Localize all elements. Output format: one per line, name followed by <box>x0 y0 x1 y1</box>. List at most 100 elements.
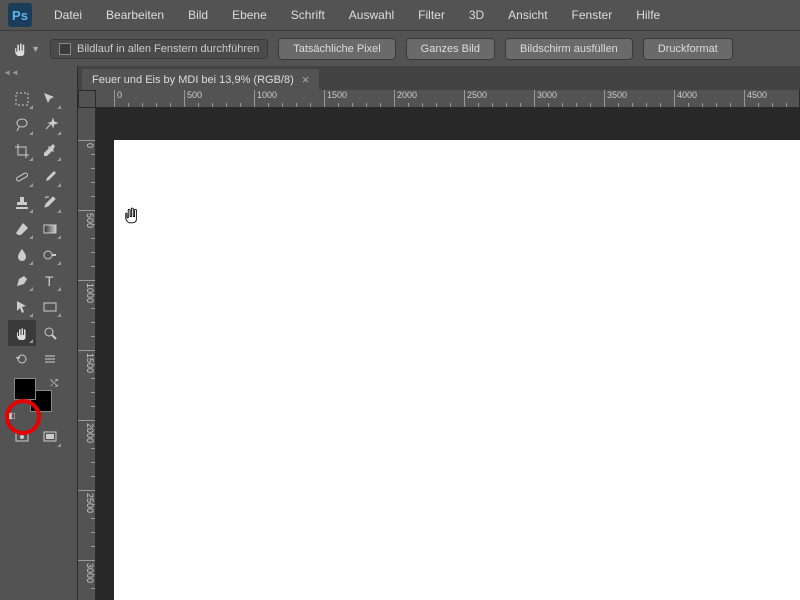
menu-image[interactable]: Bild <box>178 4 218 26</box>
healing-brush-tool[interactable] <box>8 164 36 190</box>
actual-pixels-button[interactable]: Tatsächliche Pixel <box>278 38 395 60</box>
ruler-tick: 2000 <box>394 90 417 107</box>
checkbox-icon <box>59 43 71 55</box>
menu-window[interactable]: Fenster <box>562 4 623 26</box>
magic-wand-tool[interactable] <box>36 112 64 138</box>
rotate-icon <box>14 351 30 367</box>
history-brush-icon <box>42 195 58 211</box>
screenmode-tool[interactable] <box>36 424 64 450</box>
bandage-icon <box>14 169 30 185</box>
ruler-tick: 0 <box>78 140 95 148</box>
hand-tool[interactable] <box>8 320 36 346</box>
move-icon <box>42 91 58 107</box>
eyedropper-tool[interactable] <box>36 138 64 164</box>
fill-screen-button[interactable]: Bildschirm ausfüllen <box>505 38 633 60</box>
hand-icon <box>14 325 30 341</box>
ruler-tick: 1000 <box>254 90 277 107</box>
canvas-container: 050010001500200025003000 <box>78 108 800 600</box>
workspace: ◄◄ <box>0 66 800 600</box>
gradient-tool[interactable] <box>36 216 64 242</box>
lasso-icon <box>14 117 30 133</box>
ruler-tick: 1000 <box>78 280 95 303</box>
tools-grid: T ⤭ ◧ <box>8 86 70 450</box>
zoom-tool[interactable] <box>36 320 64 346</box>
menu-help[interactable]: Hilfe <box>626 4 670 26</box>
dots-icon <box>42 351 58 367</box>
menu-type[interactable]: Schrift <box>281 4 335 26</box>
crop-tool[interactable] <box>8 138 36 164</box>
ruler-tick: 3500 <box>604 90 627 107</box>
print-size-button[interactable]: Druckformat <box>643 38 733 60</box>
menu-layer[interactable]: Ebene <box>222 4 277 26</box>
ruler-tick: 4500 <box>744 90 767 107</box>
menu-filter[interactable]: Filter <box>408 4 455 26</box>
swap-colors-icon[interactable]: ⤭ <box>50 378 58 389</box>
gradient-icon <box>42 221 58 237</box>
default-colors-icon[interactable]: ◧ <box>8 411 16 420</box>
rectangle-shape-tool[interactable] <box>36 294 64 320</box>
eraser-tool[interactable] <box>8 216 36 242</box>
blur-tool[interactable] <box>8 242 36 268</box>
scroll-all-windows-option[interactable]: Bildlauf in allen Fenstern durchführen <box>50 39 268 59</box>
history-brush-tool[interactable] <box>36 190 64 216</box>
brush-tool[interactable] <box>36 164 64 190</box>
pen-icon <box>14 273 30 289</box>
foreground-color[interactable] <box>14 378 36 400</box>
magic-wand-icon <box>42 117 58 133</box>
menu-select[interactable]: Auswahl <box>339 4 404 26</box>
checkbox-label: Bildlauf in allen Fenstern durchführen <box>77 43 259 55</box>
menu-bar: Ps Datei Bearbeiten Bild Ebene Schrift A… <box>0 0 800 30</box>
document-area: Feuer und Eis by MDI bei 13,9% (RGB/8) ×… <box>78 66 800 600</box>
menu-file[interactable]: Datei <box>44 4 92 26</box>
screen-icon <box>42 429 58 445</box>
hand-cursor-icon <box>122 203 142 230</box>
marquee-tool[interactable] <box>8 86 36 112</box>
crop-icon <box>14 143 30 159</box>
ruler-origin[interactable] <box>78 90 96 108</box>
horizontal-ruler[interactable]: 050010001500200025003000350040004500 <box>96 90 800 108</box>
options-bar: ▼ Bildlauf in allen Fenstern durchführen… <box>0 30 800 66</box>
ruler-tick: 3000 <box>534 90 557 107</box>
ruler-tick: 1500 <box>324 90 347 107</box>
dodge-tool[interactable] <box>36 242 64 268</box>
toolbar-panel: ◄◄ <box>0 66 78 600</box>
type-icon: T <box>42 273 58 289</box>
color-swatches: ⤭ ◧ <box>8 378 64 420</box>
rotate-view-tool[interactable] <box>8 346 36 372</box>
brush-icon <box>42 169 58 185</box>
path-select-tool[interactable] <box>8 294 36 320</box>
chevron-down-icon: ▼ <box>31 44 40 54</box>
fit-screen-button[interactable]: Ganzes Bild <box>406 38 495 60</box>
document-tab[interactable]: Feuer und Eis by MDI bei 13,9% (RGB/8) × <box>82 69 319 90</box>
edit-toolbar-tool[interactable] <box>36 346 64 372</box>
close-icon[interactable]: × <box>302 73 310 86</box>
canvas[interactable] <box>114 140 800 600</box>
current-tool-indicator[interactable]: ▼ <box>12 37 40 61</box>
move-tool[interactable] <box>36 86 64 112</box>
document-tab-bar: Feuer und Eis by MDI bei 13,9% (RGB/8) × <box>78 66 800 90</box>
eraser-icon <box>14 221 30 237</box>
collapse-icon[interactable]: ◄◄ <box>2 68 20 78</box>
hand-icon <box>12 40 29 57</box>
arrow-icon <box>14 299 30 315</box>
pen-tool[interactable] <box>8 268 36 294</box>
menu-3d[interactable]: 3D <box>459 4 494 26</box>
quickmask-tool[interactable] <box>8 424 36 450</box>
vertical-ruler[interactable]: 050010001500200025003000 <box>78 108 96 600</box>
app-logo: Ps <box>8 3 32 27</box>
magnifier-icon <box>42 325 58 341</box>
ruler-tick: 2000 <box>78 420 95 443</box>
horizontal-ruler-row: 050010001500200025003000350040004500 <box>78 90 800 108</box>
ruler-tick: 4000 <box>674 90 697 107</box>
marquee-icon <box>14 91 30 107</box>
ruler-tick: 1500 <box>78 350 95 373</box>
type-tool[interactable]: T <box>36 268 64 294</box>
canvas-viewport[interactable] <box>96 108 800 600</box>
lasso-tool[interactable] <box>8 112 36 138</box>
stamp-icon <box>14 195 30 211</box>
menu-view[interactable]: Ansicht <box>498 4 557 26</box>
menu-edit[interactable]: Bearbeiten <box>96 4 174 26</box>
ruler-tick: 3000 <box>78 560 95 583</box>
clone-stamp-tool[interactable] <box>8 190 36 216</box>
droplet-icon <box>14 247 30 263</box>
